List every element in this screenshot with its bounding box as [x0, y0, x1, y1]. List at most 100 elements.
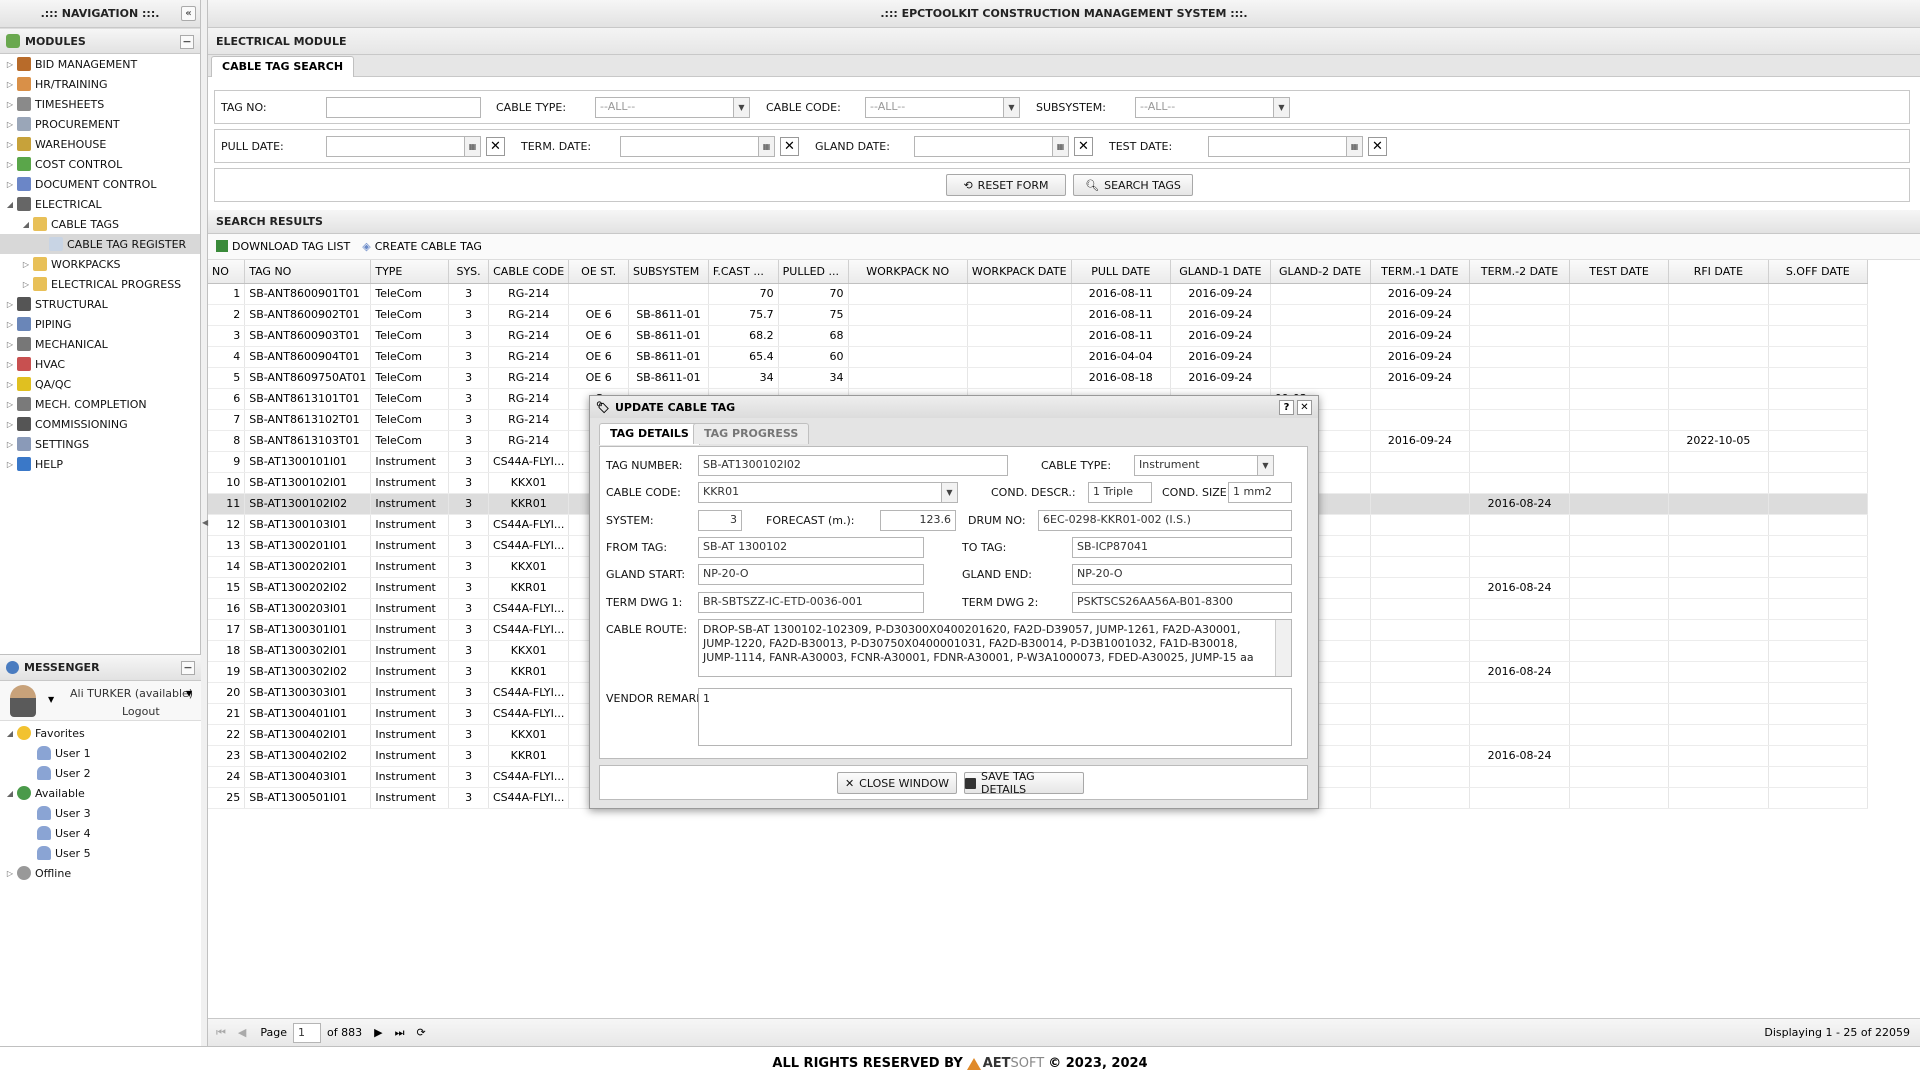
- refresh-icon[interactable]: ⟳: [417, 1026, 426, 1039]
- column-header[interactable]: S.OFF DATE: [1768, 260, 1869, 284]
- collapsed-arrow-icon[interactable]: ▷: [20, 260, 32, 269]
- download-tag-list-button[interactable]: DOWNLOAD TAG LIST: [216, 240, 350, 253]
- search-tags-button[interactable]: 🔍︎ SEARCH TAGS: [1073, 174, 1193, 196]
- chevron-down-icon[interactable]: ▼: [1257, 456, 1273, 475]
- scrollbar[interactable]: [1275, 620, 1291, 676]
- gland-date-input[interactable]: ▦: [914, 136, 1069, 157]
- logout-link[interactable]: Logout: [122, 705, 160, 718]
- sidebar-item[interactable]: ▷ HR/TRAINING: [0, 74, 200, 94]
- cable-route-textarea[interactable]: DROP-SB-AT 1300102-102309, P-D30300X0400…: [698, 619, 1292, 677]
- cable-code-select[interactable]: KKR01 ▼: [698, 482, 958, 503]
- sidebar-item[interactable]: ▷ ELECTRICAL PROGRESS: [0, 274, 200, 294]
- clear-term-date-button[interactable]: ✕: [780, 137, 799, 156]
- collapse-modules-button[interactable]: −: [180, 35, 194, 49]
- table-row[interactable]: 1 SB-ANT8600901T01 TeleCom 3 RG-214 70 70 2016-…: [208, 283, 1869, 305]
- collapsed-arrow-icon[interactable]: ▷: [4, 380, 16, 389]
- expanded-arrow-icon[interactable]: ◢: [20, 220, 32, 229]
- sidebar-item[interactable]: CABLE TAG REGISTER: [0, 234, 200, 254]
- sidebar-item[interactable]: ▷ PIPING: [0, 314, 200, 334]
- test-date-input[interactable]: ▦: [1208, 136, 1363, 157]
- pull-date-input[interactable]: ▦: [326, 136, 481, 157]
- tag-number-field[interactable]: SB-AT1300102I02: [698, 455, 1008, 476]
- column-header[interactable]: NO: [208, 260, 246, 284]
- collapsed-arrow-icon[interactable]: ▷: [4, 60, 16, 69]
- cond-descr-field[interactable]: 1 Triple: [1088, 482, 1152, 503]
- collapsed-arrow-icon[interactable]: ▷: [4, 100, 16, 109]
- sidebar-item[interactable]: ▷ PROCUREMENT: [0, 114, 200, 134]
- close-window-button[interactable]: ✕ CLOSE WINDOW: [837, 772, 957, 794]
- column-header[interactable]: WORKPACK NO: [848, 260, 968, 284]
- collapsed-arrow-icon[interactable]: ▷: [4, 869, 16, 878]
- clear-pull-date-button[interactable]: ✕: [486, 137, 505, 156]
- next-page-icon[interactable]: ▶: [374, 1026, 382, 1039]
- expanded-arrow-icon[interactable]: ◢: [4, 789, 16, 798]
- sidebar-item[interactable]: ▷ QA/QC: [0, 374, 200, 394]
- tag-no-input[interactable]: [326, 97, 481, 118]
- vendor-remarks-textarea[interactable]: 1: [698, 688, 1292, 746]
- term-dwg-1-field[interactable]: BR-SBTSZZ-IC-ETD-0036-001: [698, 592, 924, 613]
- collapsed-arrow-icon[interactable]: ▷: [4, 460, 16, 469]
- collapsed-arrow-icon[interactable]: ▷: [4, 320, 16, 329]
- user-status-dropdown-icon[interactable]: ▼: [186, 689, 192, 698]
- clear-gland-date-button[interactable]: ✕: [1074, 137, 1093, 156]
- first-page-icon[interactable]: ⏮: [216, 1026, 226, 1040]
- sidebar-item[interactable]: ▷ COMMISSIONING: [0, 414, 200, 434]
- to-tag-field[interactable]: SB-ICP87041: [1072, 537, 1292, 558]
- chevron-down-icon[interactable]: ▼: [1273, 98, 1289, 117]
- sidebar-item[interactable]: ▷ MECHANICAL: [0, 334, 200, 354]
- collapsed-arrow-icon[interactable]: ▷: [4, 360, 16, 369]
- sidebar-item[interactable]: ▷ DOCUMENT CONTROL: [0, 174, 200, 194]
- collapsed-arrow-icon[interactable]: ▷: [4, 140, 16, 149]
- column-header[interactable]: TERM.-1 DATE: [1370, 260, 1471, 284]
- prev-page-icon[interactable]: ◀: [238, 1026, 246, 1039]
- sidebar-item[interactable]: ▷ WAREHOUSE: [0, 134, 200, 154]
- column-header[interactable]: TAG NO: [244, 260, 372, 284]
- column-header[interactable]: PULL DATE: [1071, 260, 1171, 284]
- create-cable-tag-button[interactable]: ◈ CREATE CABLE TAG: [362, 240, 482, 253]
- help-icon[interactable]: ?: [1279, 400, 1294, 415]
- sidebar-item[interactable]: ▷ TIMESHEETS: [0, 94, 200, 114]
- contact-item[interactable]: User 5: [0, 843, 201, 863]
- table-row[interactable]: 2 SB-ANT8600902T01 TeleCom 3 RG-214 OE 6 SB-86…: [208, 304, 1869, 326]
- sidebar-item[interactable]: ▷ BID MANAGEMENT: [0, 54, 200, 74]
- term-date-input[interactable]: ▦: [620, 136, 775, 157]
- sidebar-item[interactable]: ▷ HELP: [0, 454, 200, 474]
- collapsed-arrow-icon[interactable]: ▷: [20, 280, 32, 289]
- collapsed-arrow-icon[interactable]: ▷: [4, 120, 16, 129]
- column-header[interactable]: WORKPACK DATE: [967, 260, 1072, 284]
- subsystem-select[interactable]: --ALL-- ▼: [1135, 97, 1290, 118]
- column-header[interactable]: SUBSYSTEM: [628, 260, 709, 284]
- collapse-left-icon[interactable]: «: [181, 6, 196, 21]
- column-header[interactable]: F.CAST ...: [708, 260, 779, 284]
- sidebar-item[interactable]: ▷ SETTINGS: [0, 434, 200, 454]
- collapsed-arrow-icon[interactable]: ▷: [4, 80, 16, 89]
- user-status[interactable]: Ali TURKER (available): [70, 687, 193, 700]
- sidebar-item[interactable]: ◢ ELECTRICAL: [0, 194, 200, 214]
- splitter-handle[interactable]: ◀: [202, 518, 208, 527]
- clear-test-date-button[interactable]: ✕: [1368, 137, 1387, 156]
- last-page-icon[interactable]: ⏭: [395, 1026, 405, 1040]
- cond-size-field[interactable]: 1 mm2: [1228, 482, 1292, 503]
- from-tag-field[interactable]: SB-AT 1300102: [698, 537, 924, 558]
- table-row[interactable]: 5 SB-ANT8609750AT01 TeleCom 3 RG-214 OE 6 SB-8…: [208, 367, 1869, 389]
- column-header[interactable]: PULLED ...: [778, 260, 849, 284]
- collapsed-arrow-icon[interactable]: ▷: [4, 440, 16, 449]
- column-header[interactable]: TERM.-2 DATE: [1469, 260, 1570, 284]
- collapsed-arrow-icon[interactable]: ▷: [4, 400, 16, 409]
- drum-no-field[interactable]: 6EC-0298-KKR01-002 (I.S.): [1038, 510, 1292, 531]
- collapsed-arrow-icon[interactable]: ▷: [4, 180, 16, 189]
- contact-item[interactable]: User 3: [0, 803, 201, 823]
- column-header[interactable]: RFI DATE: [1668, 260, 1769, 284]
- contact-item[interactable]: User 1: [0, 743, 201, 763]
- sidebar-item[interactable]: ▷ COST CONTROL: [0, 154, 200, 174]
- save-tag-details-button[interactable]: SAVE TAG DETAILS: [964, 770, 1084, 796]
- contact-group[interactable]: ◢ Favorites: [0, 723, 201, 743]
- expanded-arrow-icon[interactable]: ◢: [4, 200, 16, 209]
- close-icon[interactable]: ✕: [1297, 400, 1312, 415]
- term-dwg-2-field[interactable]: PSKTSCS26AA56A-B01-8300: [1072, 592, 1292, 613]
- forecast-field[interactable]: 123.6: [880, 510, 956, 531]
- page-input[interactable]: 1: [293, 1022, 322, 1043]
- cable-type-select[interactable]: --ALL-- ▼: [595, 97, 750, 118]
- collapsed-arrow-icon[interactable]: ▷: [4, 160, 16, 169]
- column-header[interactable]: GLAND-1 DATE: [1170, 260, 1271, 284]
